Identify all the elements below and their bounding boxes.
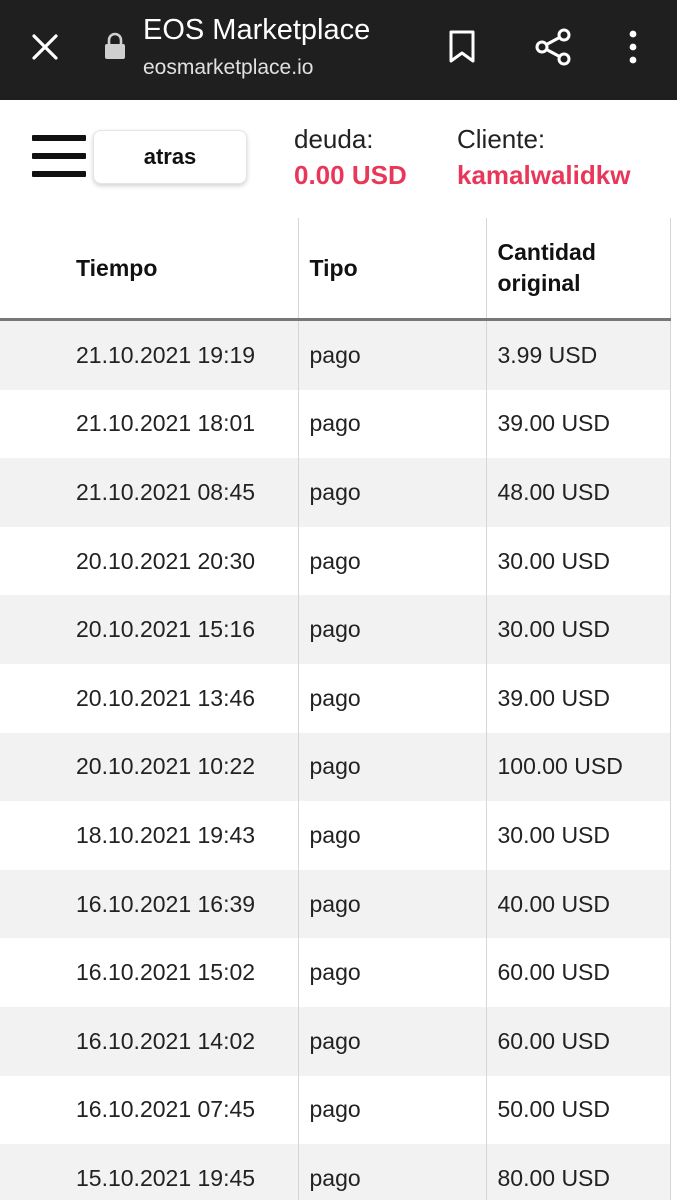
- page-title: EOS Marketplace: [143, 14, 371, 46]
- bookmark-button[interactable]: [437, 22, 487, 72]
- cell-type: pago: [297, 1006, 486, 1076]
- cell-type: pago: [297, 389, 486, 459]
- lock-icon: [105, 32, 125, 59]
- menu-icon[interactable]: [32, 133, 88, 183]
- cell-type: pago: [297, 869, 486, 939]
- more-options-button[interactable]: [608, 22, 658, 72]
- cell-type: pago: [297, 458, 486, 527]
- payments-table-container[interactable]: Tiempo Tipo Cantidad original 21.10.2021…: [0, 218, 677, 1200]
- column-header-type[interactable]: Tipo: [297, 218, 486, 321]
- cell-amount: 60.00 USD: [485, 1006, 671, 1076]
- cell-time: 20.10.2021 13:46: [0, 663, 298, 733]
- cell-type: pago: [297, 1144, 486, 1200]
- cell-amount: 48.00 USD: [485, 458, 671, 527]
- cell-time: 21.10.2021 19:19: [0, 319, 298, 390]
- cell-time: 15.10.2021 19:45: [0, 1144, 298, 1200]
- cell-time: 20.10.2021 15:16: [0, 595, 298, 664]
- cell-type: pago: [297, 801, 486, 870]
- debt-label: deuda:: [294, 124, 374, 154]
- share-button[interactable]: [528, 22, 578, 72]
- debt-value: 0.00 USD: [294, 160, 407, 190]
- cell-type: pago: [297, 732, 486, 802]
- cell-type: pago: [297, 1075, 486, 1145]
- cell-type: pago: [297, 663, 486, 733]
- table-header-row: Tiempo Tipo Cantidad original: [0, 218, 671, 321]
- table-row: 20.10.2021 13:46 pago 39.00 USD: [0, 663, 671, 733]
- cell-type: pago: [297, 938, 486, 1007]
- cell-amount: 100.00 USD: [485, 732, 671, 802]
- cell-time: 18.10.2021 19:43: [0, 801, 298, 870]
- table-row: 15.10.2021 19:45 pago 80.00 USD: [0, 1144, 671, 1200]
- cell-time: 16.10.2021 07:45: [0, 1075, 298, 1145]
- column-header-amount[interactable]: Cantidad original: [485, 218, 671, 321]
- page-url[interactable]: eosmarketplace.io: [143, 56, 313, 80]
- table-row: 16.10.2021 14:02 pago 60.00 USD: [0, 1006, 671, 1076]
- table-row: 16.10.2021 15:02 pago 60.00 USD: [0, 938, 671, 1007]
- cell-type: pago: [297, 595, 486, 664]
- share-icon: [535, 28, 571, 66]
- table-row: 20.10.2021 20:30 pago 30.00 USD: [0, 526, 671, 596]
- cell-time: 16.10.2021 16:39: [0, 869, 298, 939]
- cell-time: 21.10.2021 18:01: [0, 389, 298, 459]
- cell-amount: 39.00 USD: [485, 663, 671, 733]
- cell-time: 16.10.2021 15:02: [0, 938, 298, 1007]
- cell-amount: 3.99 USD: [485, 319, 671, 390]
- payments-table: Tiempo Tipo Cantidad original 21.10.2021…: [0, 218, 671, 1200]
- browser-toolbar: EOS Marketplace eosmarketplace.io: [0, 0, 677, 100]
- cell-amount: 80.00 USD: [485, 1144, 671, 1200]
- app-header: atras deuda: 0.00 USD Cliente: kamalwali…: [0, 100, 677, 218]
- cell-amount: 60.00 USD: [485, 938, 671, 1007]
- table-row: 21.10.2021 19:19 pago 3.99 USD: [0, 319, 671, 390]
- column-header-time[interactable]: Tiempo: [0, 218, 298, 321]
- cell-amount: 39.00 USD: [485, 389, 671, 459]
- table-row: 16.10.2021 07:45 pago 50.00 USD: [0, 1075, 671, 1145]
- cell-time: 20.10.2021 20:30: [0, 526, 298, 596]
- cell-time: 20.10.2021 10:22: [0, 732, 298, 802]
- back-button[interactable]: atras: [93, 130, 247, 184]
- close-button[interactable]: [22, 24, 68, 70]
- table-row: 21.10.2021 08:45 pago 48.00 USD: [0, 458, 671, 527]
- table-row: 20.10.2021 10:22 pago 100.00 USD: [0, 732, 671, 802]
- bookmark-icon: [449, 30, 475, 63]
- close-icon: [32, 34, 58, 60]
- table-row: 16.10.2021 16:39 pago 40.00 USD: [0, 869, 671, 939]
- more-vert-icon: [629, 30, 637, 64]
- table-row: 21.10.2021 18:01 pago 39.00 USD: [0, 389, 671, 459]
- cell-type: pago: [297, 319, 486, 390]
- cell-time: 16.10.2021 14:02: [0, 1006, 298, 1076]
- table-row: 18.10.2021 19:43 pago 30.00 USD: [0, 801, 671, 870]
- cell-amount: 30.00 USD: [485, 526, 671, 596]
- table-row: 20.10.2021 15:16 pago 30.00 USD: [0, 595, 671, 664]
- cell-amount: 40.00 USD: [485, 869, 671, 939]
- client-value: kamalwalidkw: [457, 160, 631, 190]
- cell-type: pago: [297, 526, 486, 596]
- cell-time: 21.10.2021 08:45: [0, 458, 298, 527]
- client-label: Cliente:: [457, 124, 546, 154]
- cell-amount: 30.00 USD: [485, 595, 671, 664]
- cell-amount: 50.00 USD: [485, 1075, 671, 1145]
- cell-amount: 30.00 USD: [485, 801, 671, 870]
